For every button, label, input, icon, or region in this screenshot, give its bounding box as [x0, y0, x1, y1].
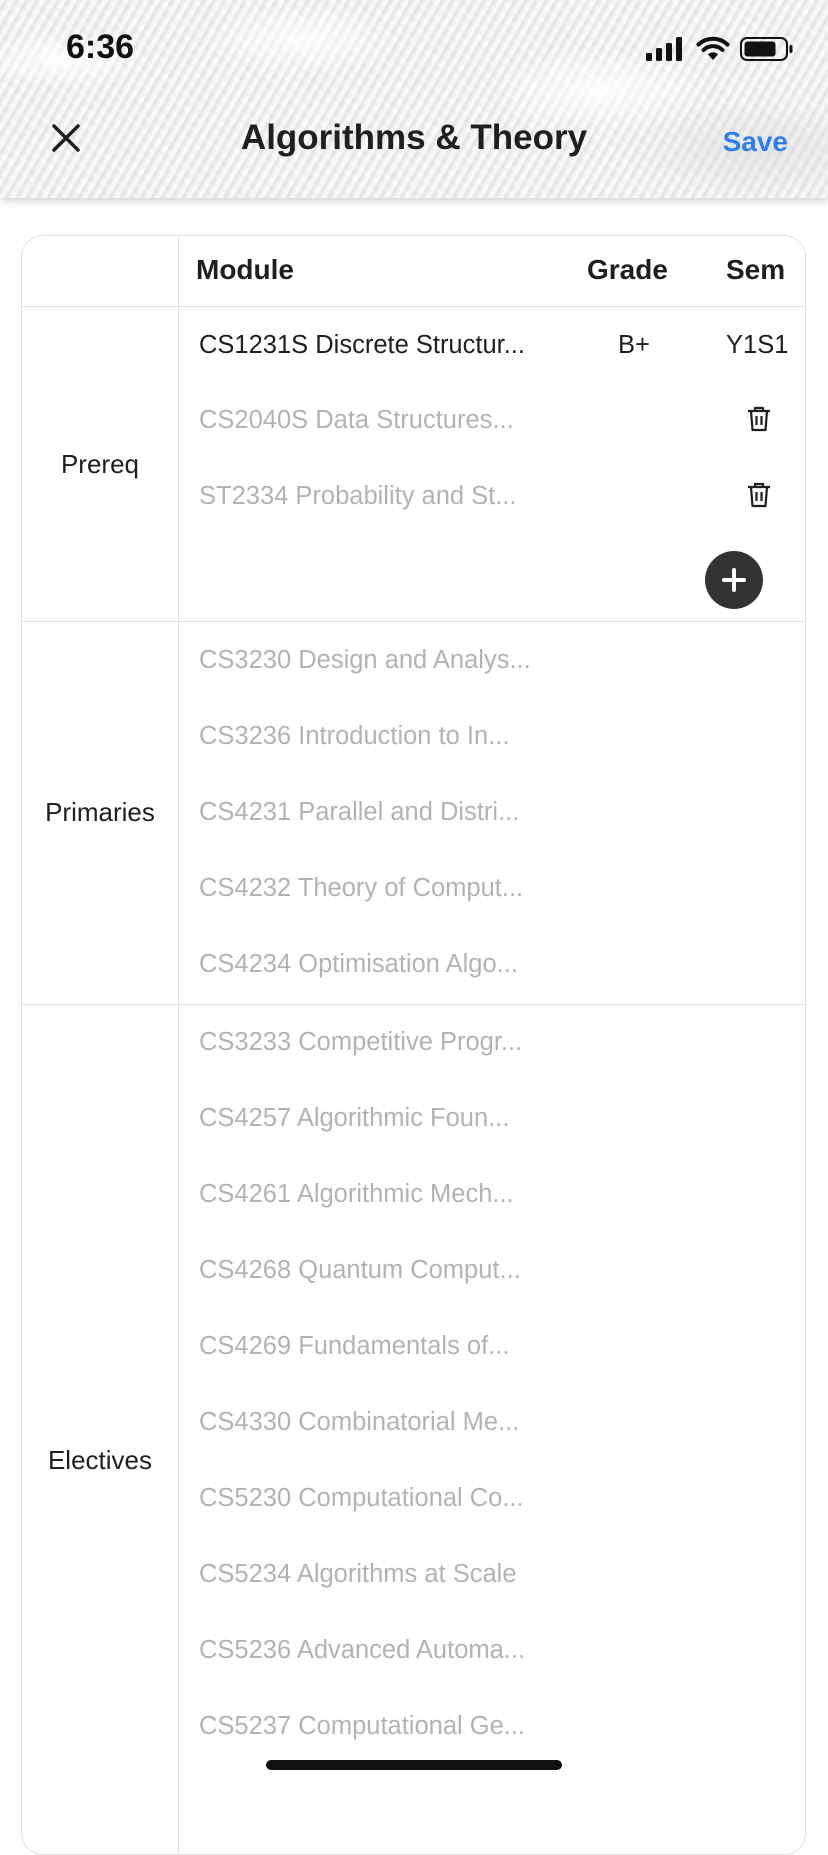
section-label-primaries: Primaries [45, 797, 155, 827]
column-header-sem: Sem [726, 254, 786, 285]
module-row[interactable]: CS3230 Design and Analys... [199, 646, 559, 675]
add-module-button[interactable] [705, 551, 763, 609]
module-table: Module Grade Sem Prereq CS1231S Discrete… [21, 235, 806, 1855]
module-row[interactable]: CS1231S Discrete Structur... [199, 331, 559, 360]
page-title: Algorithms & Theory [240, 118, 588, 157]
header-divider [22, 306, 805, 307]
module-row[interactable]: CS4231 Parallel and Distri... [199, 798, 559, 827]
sem-value: Y1S1 [726, 331, 789, 359]
column-header-grade: Grade [587, 254, 668, 285]
grade-value: B+ [618, 331, 650, 359]
home-indicator[interactable] [266, 1760, 562, 1770]
module-row[interactable]: ST2334 Probability and St... [199, 482, 559, 511]
trash-icon [748, 406, 770, 432]
section-label-prereq: Prereq [60, 449, 140, 479]
battery-icon [740, 37, 793, 61]
status-time: 6:36 [66, 28, 135, 66]
module-row[interactable]: CS5230 Computational Co... [199, 1484, 559, 1513]
cellular-signal-icon [646, 37, 682, 61]
module-row[interactable]: CS5237 Computational Ge... [199, 1712, 559, 1741]
module-row[interactable]: CS3233 Competitive Progr... [199, 1028, 559, 1057]
delete-button[interactable] [746, 481, 772, 509]
module-row[interactable]: CS4268 Quantum Comput... [199, 1256, 559, 1285]
trash-icon [748, 482, 770, 508]
column-divider [178, 236, 179, 1854]
module-row[interactable]: CS4232 Theory of Comput... [199, 874, 559, 903]
section-label-electives: Electives [47, 1445, 153, 1475]
module-row[interactable]: CS4330 Combinatorial Me... [199, 1408, 559, 1437]
module-row[interactable]: CS5234 Algorithms at Scale [199, 1560, 559, 1589]
wifi-icon [696, 36, 730, 60]
section-divider [22, 621, 805, 622]
plus-icon [722, 568, 746, 592]
navigation-header: 6:36 Algorithms & Theory Save [0, 0, 828, 198]
module-row[interactable]: CS2040S Data Structures... [199, 406, 559, 435]
module-row[interactable]: CS4257 Algorithmic Foun... [199, 1104, 559, 1133]
delete-button[interactable] [746, 405, 772, 433]
module-row[interactable]: CS4269 Fundamentals of... [199, 1332, 559, 1361]
save-button[interactable]: Save [723, 126, 788, 158]
module-row[interactable]: CS5236 Advanced Automa... [199, 1636, 559, 1665]
column-header-module: Module [196, 254, 294, 285]
module-row[interactable]: CS4261 Algorithmic Mech... [199, 1180, 559, 1209]
module-row[interactable]: CS3236 Introduction to In... [199, 722, 559, 751]
module-row[interactable]: CS4234 Optimisation Algo... [199, 950, 559, 979]
status-icons [646, 36, 794, 62]
section-divider [22, 1004, 805, 1005]
